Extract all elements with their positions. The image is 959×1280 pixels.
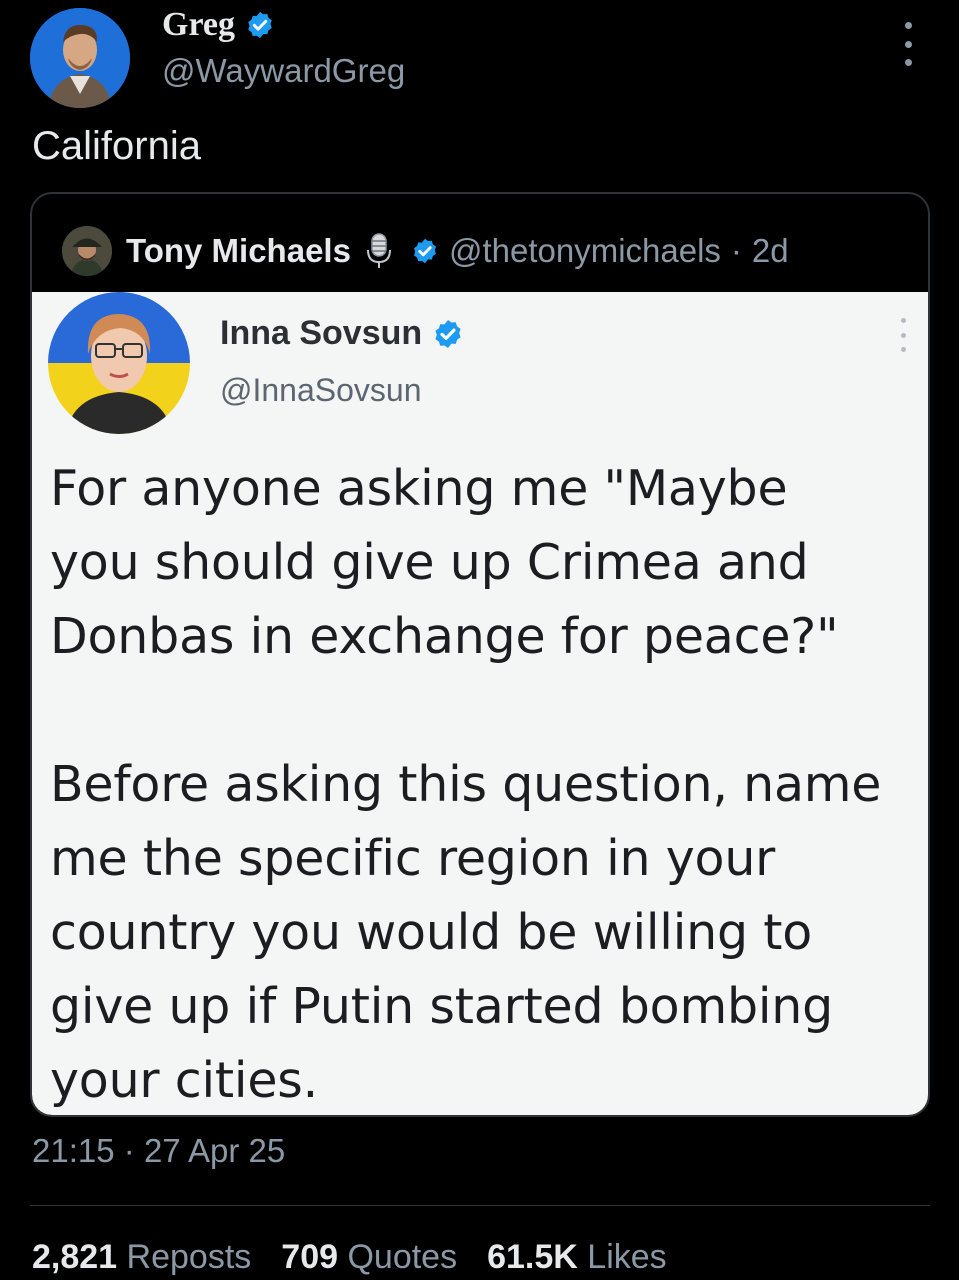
divider [30,1205,930,1206]
timestamp-date: 27 Apr 25 [143,1132,286,1169]
verified-badge-icon [435,319,461,348]
embedded-author-name-text: Inna Sovsun [220,314,423,352]
embedded-text-line: you should give up Crimea and [50,534,809,591]
author-avatar[interactable] [30,8,130,108]
author-name[interactable]: Greg [162,6,275,44]
embedded-text-line: your cities. [50,1052,318,1109]
engagement-stats: 2,821 Reposts 709 Quotes 61.5K Likes [32,1238,667,1277]
quotes-stat[interactable]: 709 Quotes [281,1238,457,1277]
separator-dot: · [123,1132,135,1169]
embedded-author-name: Inna Sovsun [220,314,464,353]
embedded-tweet-text: For anyone asking me "Maybe you should g… [50,452,928,1115]
verified-badge-icon [413,238,436,264]
likes-label: Likes [587,1238,667,1276]
microphone-icon [366,233,391,268]
tweet-timestamp[interactable]: 21:15 · 27 Apr 25 [32,1132,285,1170]
reposts-count: 2,821 [32,1238,118,1276]
quotes-label: Quotes [347,1238,458,1276]
quoted-author-avatar[interactable] [62,226,112,276]
embedded-more-icon [896,318,910,352]
tweet-text: California [32,124,201,168]
quoted-tweet-header: Tony Michaels @thetonymichaels · 2d [62,224,789,278]
quoted-tweet-card[interactable]: Tony Michaels @thetonymichaels · 2d Inna… [30,192,930,1117]
embedded-text-line: Before asking this question, name [50,756,882,813]
timestamp-time: 21:15 [32,1132,115,1169]
tweet-detail-view: Greg @WaywardGreg California Tony Michae… [0,0,959,1280]
embedded-author-handle: @InnaSovsun [220,372,422,408]
embedded-tweet-image: Inna Sovsun @InnaSovsun For anyone askin… [32,292,928,1115]
reposts-stat[interactable]: 2,821 Reposts [32,1238,251,1277]
embedded-author-avatar [48,292,190,434]
quoted-author-handle[interactable]: @thetonymichaels [449,232,721,270]
author-name-text: Greg [162,6,236,43]
author-handle[interactable]: @WaywardGreg [162,52,405,90]
likes-count: 61.5K [487,1238,578,1276]
quoted-tweet-age[interactable]: 2d [752,232,789,270]
embedded-text-line: give up if Putin started bombing [50,978,834,1035]
embedded-text-line: For anyone asking me "Maybe [50,460,788,517]
quoted-author-name[interactable]: Tony Michaels [126,232,351,270]
more-options-icon[interactable] [896,22,920,66]
reposts-label: Reposts [126,1238,252,1276]
embedded-text-line: me the specific region in your [50,830,776,887]
likes-stat[interactable]: 61.5K Likes [487,1238,667,1277]
quotes-count: 709 [281,1238,339,1276]
embedded-text-line: country you would be willing to [50,904,813,961]
embedded-text-line: Donbas in exchange for peace?" [50,608,839,665]
separator-dot: · [730,232,742,269]
verified-badge-icon [248,11,272,39]
